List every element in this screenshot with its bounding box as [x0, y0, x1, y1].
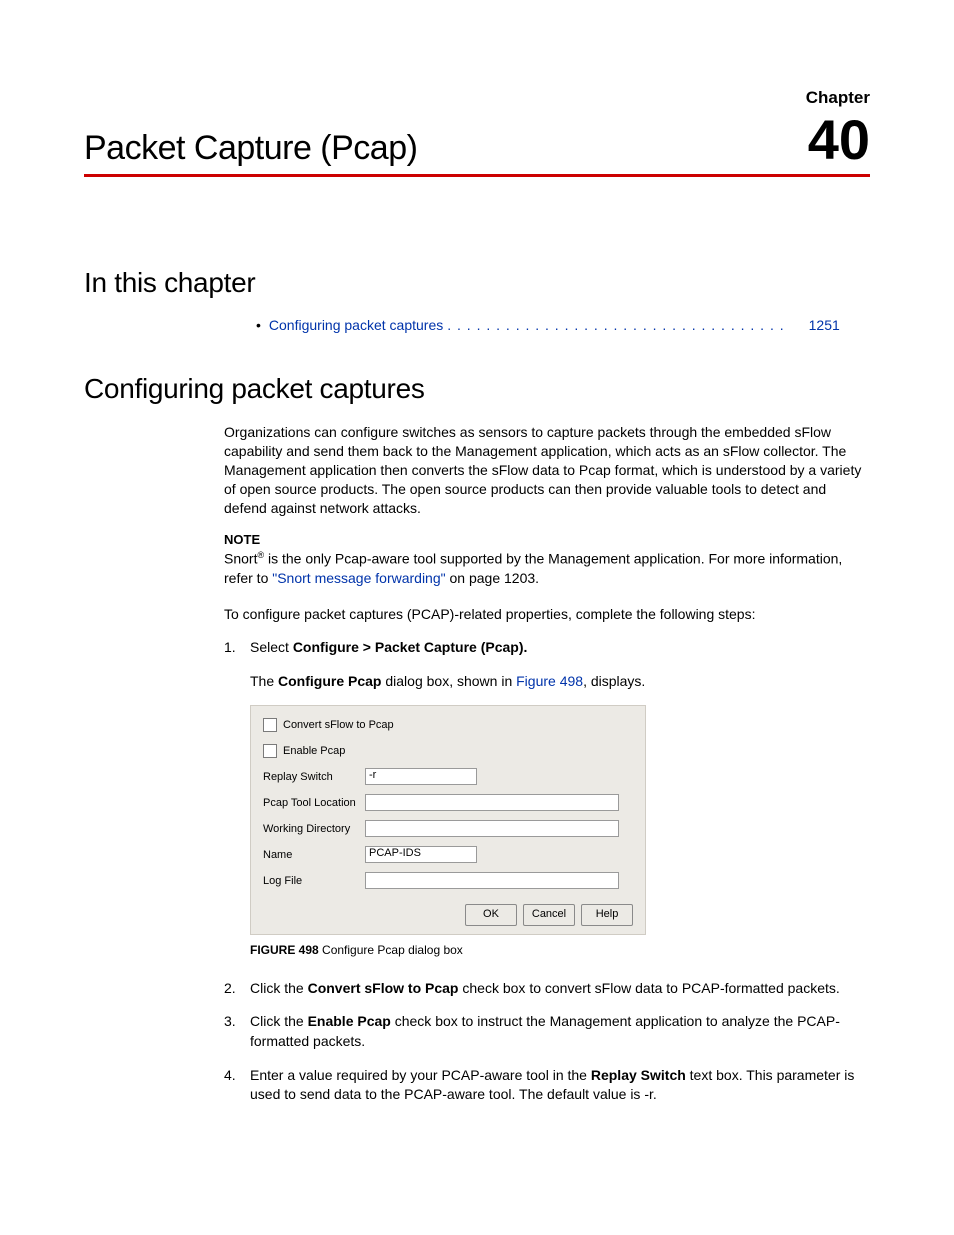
replay-label: Replay Switch — [263, 771, 365, 783]
step-4-a: Enter a value required by your PCAP-awar… — [250, 1067, 591, 1083]
name-label: Name — [263, 849, 365, 861]
name-input[interactable]: PCAP-IDS — [365, 846, 477, 863]
note-body: Snort® is the only Pcap-aware tool suppo… — [224, 549, 870, 587]
convert-row: Convert sFlow to Pcap — [263, 716, 633, 734]
step-3-a: Click the — [250, 1013, 308, 1029]
page: Chapter Packet Capture (Pcap) 40 In this… — [0, 0, 954, 1235]
body-block: Organizations can configure switches as … — [224, 423, 870, 691]
cancel-button[interactable]: Cancel — [523, 904, 575, 926]
section-in-this-chapter: In this chapter — [84, 267, 870, 299]
enable-checkbox[interactable] — [263, 744, 277, 758]
tool-input[interactable] — [365, 794, 619, 811]
enable-label: Enable Pcap — [283, 745, 345, 757]
snort-link[interactable]: "Snort message forwarding" — [272, 570, 445, 586]
figure-link[interactable]: Figure 498 — [516, 673, 583, 689]
step-1-sub: The Configure Pcap dialog box, shown in … — [250, 672, 870, 691]
chapter-title: Packet Capture (Pcap) — [84, 129, 417, 168]
step-1-sub-c: dialog box, shown in — [381, 673, 516, 689]
intro-paragraph: Organizations can configure switches as … — [224, 423, 870, 517]
logfile-row: Log File — [263, 872, 633, 890]
step-1-sub-a: The — [250, 673, 278, 689]
toc-dots: . . . . . . . . . . . . . . . . . . . . … — [447, 317, 784, 333]
step-1: 1. Select Configure > Packet Capture (Pc… — [224, 638, 870, 658]
tool-row: Pcap Tool Location — [263, 794, 633, 812]
workdir-label: Working Directory — [263, 823, 365, 835]
toc-bullet: • — [256, 317, 261, 333]
workdir-row: Working Directory — [263, 820, 633, 838]
header-rule — [84, 174, 870, 177]
section-configuring: Configuring packet captures — [84, 373, 870, 405]
step-1-sub-bold: Configure Pcap — [278, 673, 381, 689]
toc-entry: • Configuring packet captures . . . . . … — [256, 317, 870, 333]
chapter-label: Chapter — [84, 88, 870, 108]
step-2-a: Click the — [250, 980, 308, 996]
dialog-buttons: OK Cancel Help — [263, 904, 633, 926]
toc-link[interactable]: Configuring packet captures — [269, 317, 443, 333]
help-button[interactable]: Help — [581, 904, 633, 926]
step-number: 3. — [224, 1012, 250, 1032]
step-number: 1. — [224, 638, 250, 658]
note-text-pre: Snort — [224, 551, 257, 567]
steps-continued: 2. Click the Convert sFlow to Pcap check… — [224, 979, 870, 1105]
convert-checkbox[interactable] — [263, 718, 277, 732]
step-1-sub-d: , displays. — [583, 673, 645, 689]
step-number: 2. — [224, 979, 250, 999]
enable-row: Enable Pcap — [263, 742, 633, 760]
ok-button[interactable]: OK — [465, 904, 517, 926]
figure-label: FIGURE 498 — [250, 943, 319, 957]
step-4: 4. Enter a value required by your PCAP-a… — [224, 1066, 870, 1105]
logfile-input[interactable] — [365, 872, 619, 889]
toc-page[interactable]: 1251 — [809, 317, 840, 333]
workdir-input[interactable] — [365, 820, 619, 837]
steps-list: 1. Select Configure > Packet Capture (Pc… — [224, 638, 870, 690]
step-3-bold: Enable Pcap — [308, 1013, 391, 1029]
tool-label: Pcap Tool Location — [263, 797, 365, 809]
step-number: 4. — [224, 1066, 250, 1086]
replay-input[interactable]: -r — [365, 768, 477, 785]
note-label: NOTE — [224, 531, 870, 549]
figure-caption-text: Configure Pcap dialog box — [319, 943, 463, 957]
replay-row: Replay Switch -r — [263, 768, 633, 786]
logfile-label: Log File — [263, 875, 365, 887]
step-2: 2. Click the Convert sFlow to Pcap check… — [224, 979, 870, 999]
lead-paragraph: To configure packet captures (PCAP)-rela… — [224, 605, 870, 624]
name-row: Name PCAP-IDS — [263, 846, 633, 864]
step-3: 3. Click the Enable Pcap check box to in… — [224, 1012, 870, 1051]
header-row: Packet Capture (Pcap) 40 — [84, 112, 870, 168]
figure-caption: FIGURE 498 Configure Pcap dialog box — [250, 943, 870, 957]
configure-pcap-dialog: Convert sFlow to Pcap Enable Pcap Replay… — [250, 705, 646, 935]
step-4-bold: Replay Switch — [591, 1067, 686, 1083]
step-1-bold: Configure > Packet Capture (Pcap). — [293, 639, 528, 655]
convert-label: Convert sFlow to Pcap — [283, 719, 394, 731]
step-2-bold: Convert sFlow to Pcap — [308, 980, 459, 996]
note-text-post: on page 1203. — [446, 570, 539, 586]
chapter-number: 40 — [808, 112, 870, 168]
step-1-text-a: Select — [250, 639, 293, 655]
step-2-c: check box to convert sFlow data to PCAP-… — [459, 980, 840, 996]
